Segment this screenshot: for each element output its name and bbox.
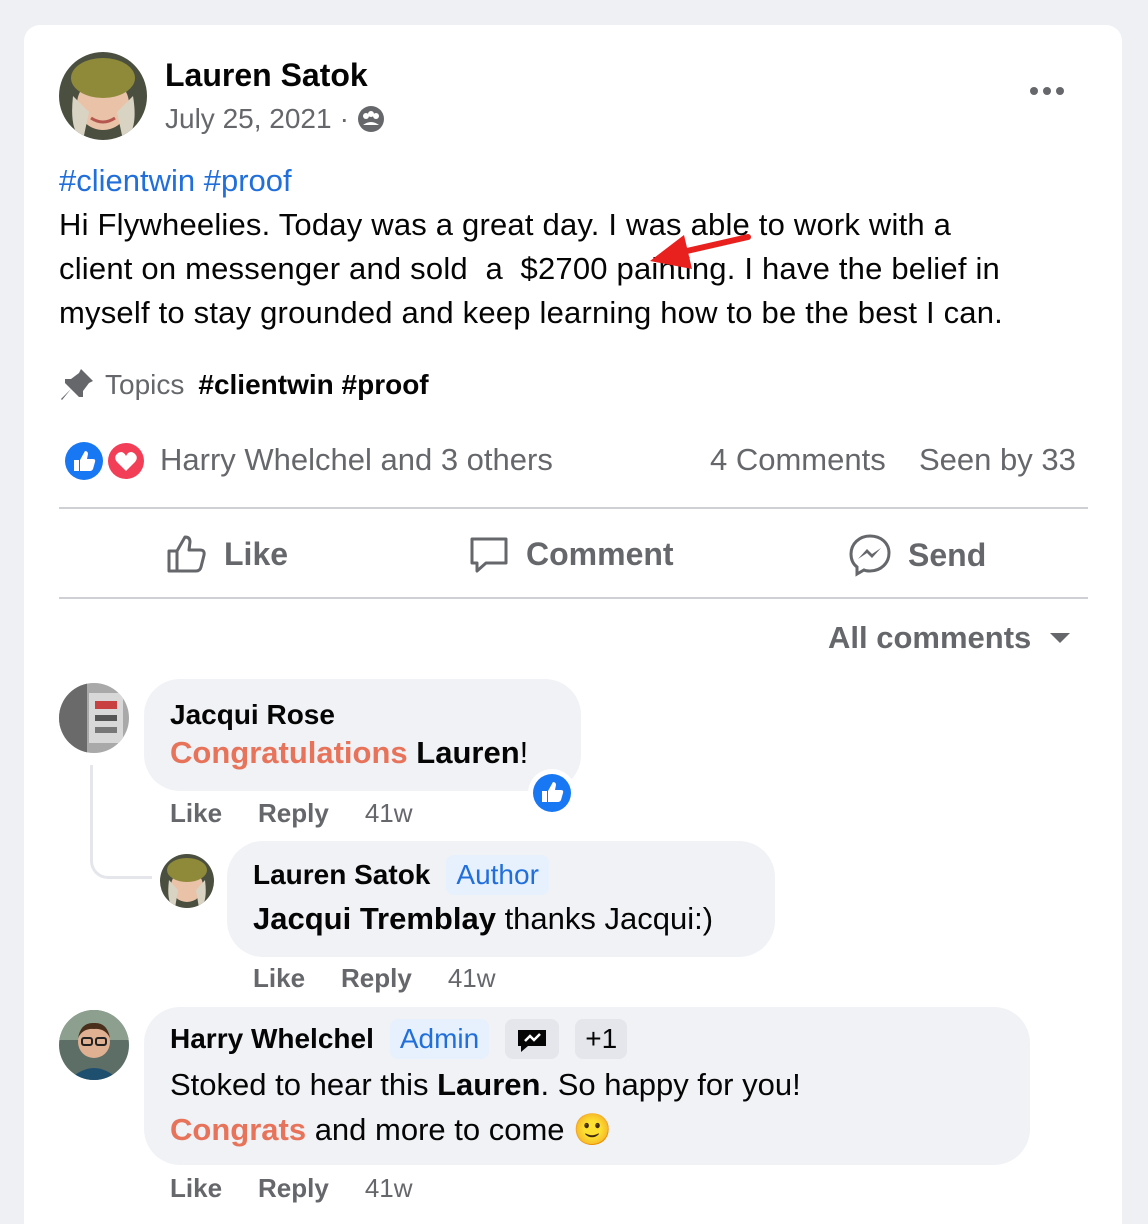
comment-text: Congratulations Lauren! [170,735,528,771]
post-meta: July 25, 2021 · [165,103,385,135]
comment-author[interactable]: Jacqui Rose [170,699,335,731]
mention[interactable]: Lauren [437,1067,540,1102]
thread-line [90,765,152,879]
comment-bubble-1: Jacqui Rose Congratulations Lauren! [144,679,581,791]
topics-label: Topics [105,369,185,400]
messenger-icon [848,533,892,577]
comment-meta: Like Reply 41w [170,798,413,829]
comment-timestamp[interactable]: 41w [448,963,496,994]
pin-icon [59,367,95,403]
post-body-line-3: myself to stay grounded and keep learnin… [59,295,1003,330]
comment-meta: Like Reply 41w [253,963,496,994]
mention[interactable]: Lauren [416,735,519,770]
text-b: . So happy for you! [540,1067,801,1102]
comment-button[interactable]: Comment [468,533,674,575]
text-c: and more to come [306,1112,574,1147]
comment-author[interactable]: Harry Whelchel [170,1023,374,1055]
highlight-word[interactable]: Congrats [170,1112,306,1147]
comment-avatar-jacqui[interactable] [59,683,129,753]
comment-text-line-1: Stoked to hear this Lauren. So happy for… [170,1067,801,1103]
thumbs-up-icon [166,533,208,575]
comment-avatar-harry[interactable] [59,1010,129,1080]
comments-count[interactable]: 4 Comments [710,442,886,478]
topics-tags[interactable]: #clientwin #proof [198,369,428,401]
like-button[interactable]: Like [166,533,288,575]
comment-text-line-2: Congrats and more to come 🙂 [170,1111,612,1148]
comments-filter-label: All comments [828,620,1032,655]
comments-filter-dropdown[interactable]: All comments [828,620,1071,656]
send-button[interactable]: Send [848,533,986,577]
comment-text: Jacqui Tremblay thanks Jacqui:) [253,901,713,937]
conversation-starter-icon [515,1027,549,1055]
text-a: Stoked to hear this [170,1067,438,1102]
topics-row: Topics #clientwin #proof [59,367,429,403]
more-horizontal-icon[interactable] [1030,83,1070,99]
comment-timestamp[interactable]: 41w [365,798,413,829]
comment-bubble-3: Harry Whelchel Admin +1 Stoked to hear t… [144,1007,1030,1165]
comment-like-link[interactable]: Like [170,798,222,829]
comment-meta: Like Reply 41w [170,1173,413,1204]
badge-icon-chip[interactable] [505,1019,560,1059]
admin-badge: Admin [389,1019,490,1059]
author-badge: Author [446,855,549,895]
comment-reply-link[interactable]: Reply [258,798,329,829]
group-icon [357,105,385,133]
mention[interactable]: Jacqui Tremblay [253,901,496,936]
reaction-icons[interactable] [60,439,146,483]
comment-icon [468,533,510,575]
text-end: ! [519,735,529,770]
comment-like-reaction-badge[interactable] [527,768,577,818]
comment-timestamp[interactable]: 41w [365,1173,413,1204]
comment-avatar-lauren[interactable] [160,854,214,908]
post-body-line-2: client on messenger and sold a $2700 pai… [59,251,1000,286]
post-body-line-1: Hi Flywheelies. Today was a great day. I… [59,207,952,242]
comment-reply-link[interactable]: Reply [341,963,412,994]
send-button-label: Send [908,536,987,573]
red-arrow-annotation [650,234,751,269]
divider-top [59,507,1088,509]
seen-by[interactable]: Seen by 33 [919,442,1076,478]
comment-header: Harry Whelchel Admin +1 [170,1019,628,1059]
author-avatar[interactable] [59,52,147,140]
text-rest: thanks Jacqui:) [495,901,714,936]
post-author-name[interactable]: Lauren Satok [165,57,368,94]
reactions-summary[interactable]: Harry Whelchel and 3 others [160,442,553,478]
post-hashtags[interactable]: #clientwin #proof [59,159,292,203]
comment-reply-link[interactable]: Reply [258,1173,329,1204]
comment-author[interactable]: Lauren Satok [253,859,430,891]
comment-like-link[interactable]: Like [170,1173,222,1204]
date-separator: · [339,103,349,134]
divider-bottom [59,597,1088,599]
caret-down-icon [1049,631,1071,645]
comment-header: Lauren Satok Author [253,855,549,895]
post-date[interactable]: July 25, 2021 [165,103,332,135]
comment-bubble-2: Lauren Satok Author Jacqui Tremblay than… [227,841,775,957]
badge-count[interactable]: +1 [575,1019,628,1059]
highlight-word[interactable]: Congratulations [170,735,408,770]
comment-like-link[interactable]: Like [253,963,305,994]
like-button-label: Like [224,535,289,572]
smile-emoji-icon: 🙂 [573,1112,612,1147]
comment-button-label: Comment [526,535,674,572]
post-card: Lauren Satok July 25, 2021 · #clientwin … [24,25,1122,1224]
